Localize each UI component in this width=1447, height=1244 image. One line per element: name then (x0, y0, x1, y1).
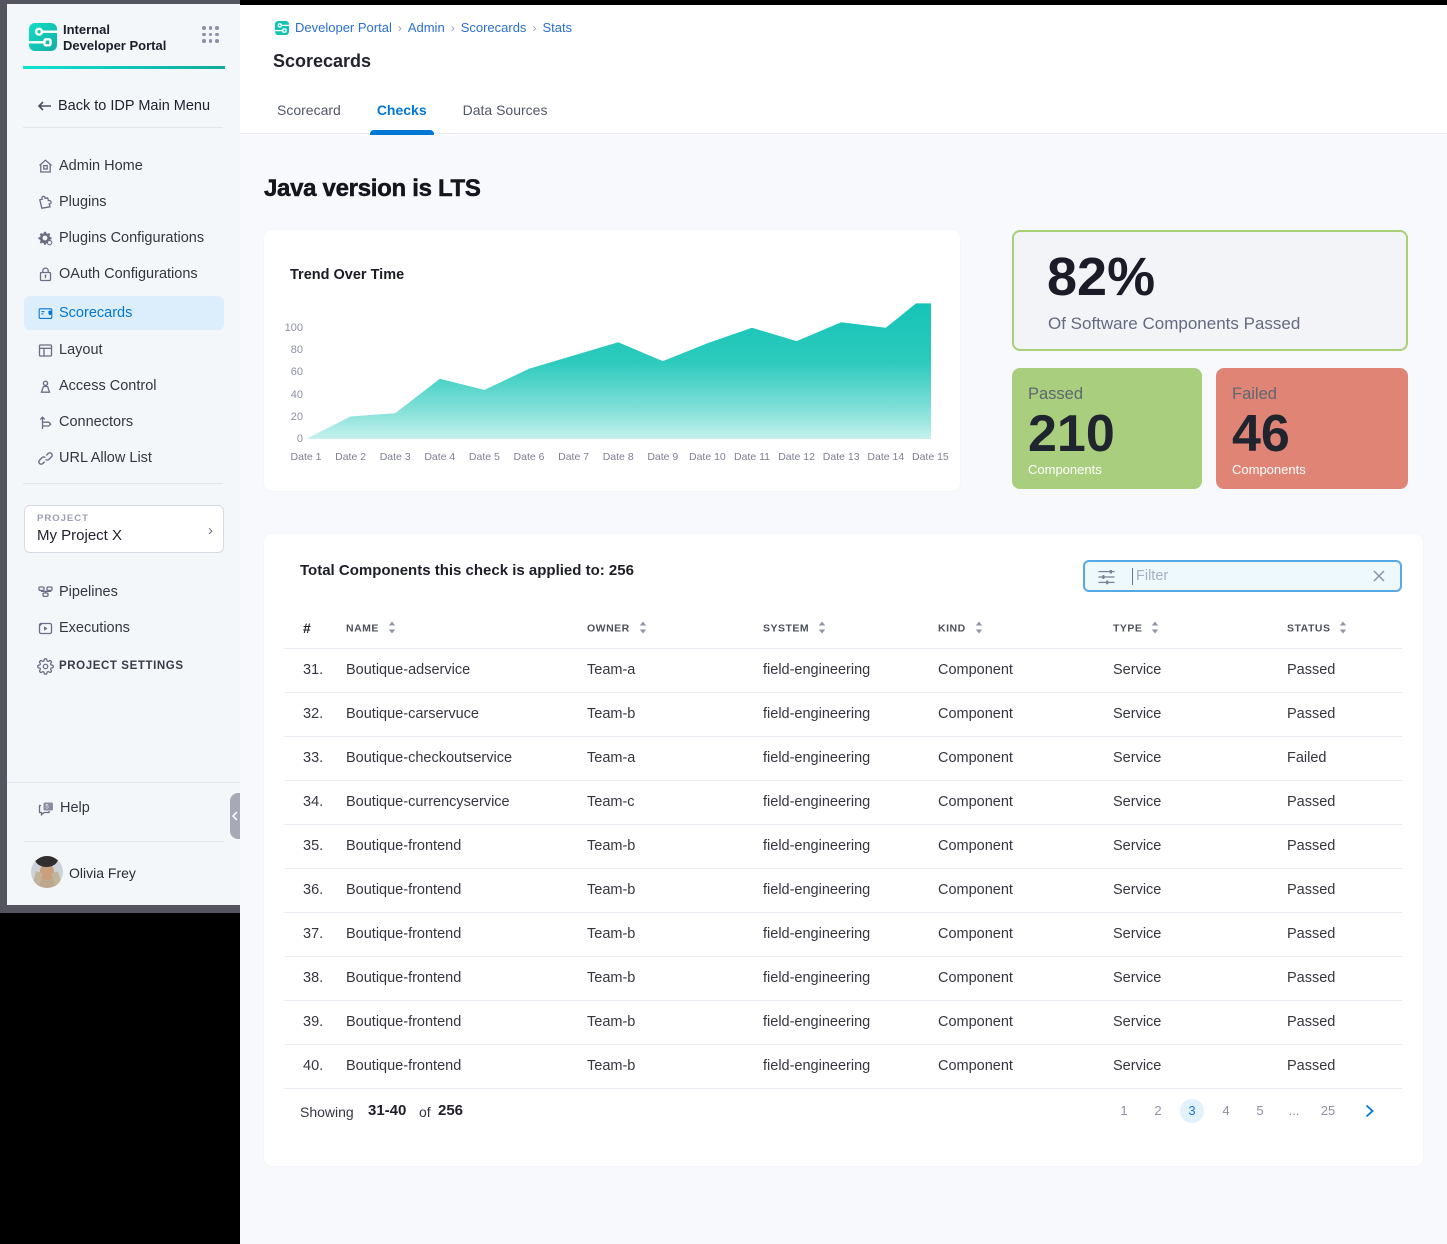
svg-text:80: 80 (291, 344, 303, 356)
svg-text:Date 11: Date 11 (734, 451, 770, 463)
svg-text:100: 100 (285, 322, 303, 334)
svg-text:Date 15: Date 15 (912, 451, 949, 463)
svg-text:Date 1: Date 1 (291, 451, 322, 463)
svg-text:Date 2: Date 2 (335, 451, 366, 463)
svg-text:20: 20 (291, 411, 303, 423)
svg-text:Date 9: Date 9 (647, 451, 678, 463)
svg-text:Date 12: Date 12 (778, 451, 815, 463)
svg-text:Date 14: Date 14 (867, 451, 904, 463)
svg-text:Date 13: Date 13 (823, 451, 860, 463)
svg-text:Date 8: Date 8 (603, 451, 634, 463)
svg-text:Date 5: Date 5 (469, 451, 500, 463)
svg-text:40: 40 (291, 389, 303, 401)
svg-text:0: 0 (297, 433, 303, 445)
svg-text:Date 3: Date 3 (380, 451, 411, 463)
svg-text:Date 7: Date 7 (558, 451, 589, 463)
svg-text:60: 60 (291, 366, 303, 378)
svg-text:Date 4: Date 4 (424, 451, 455, 463)
svg-text:Date 10: Date 10 (689, 451, 726, 463)
svg-text:Date 6: Date 6 (514, 451, 545, 463)
